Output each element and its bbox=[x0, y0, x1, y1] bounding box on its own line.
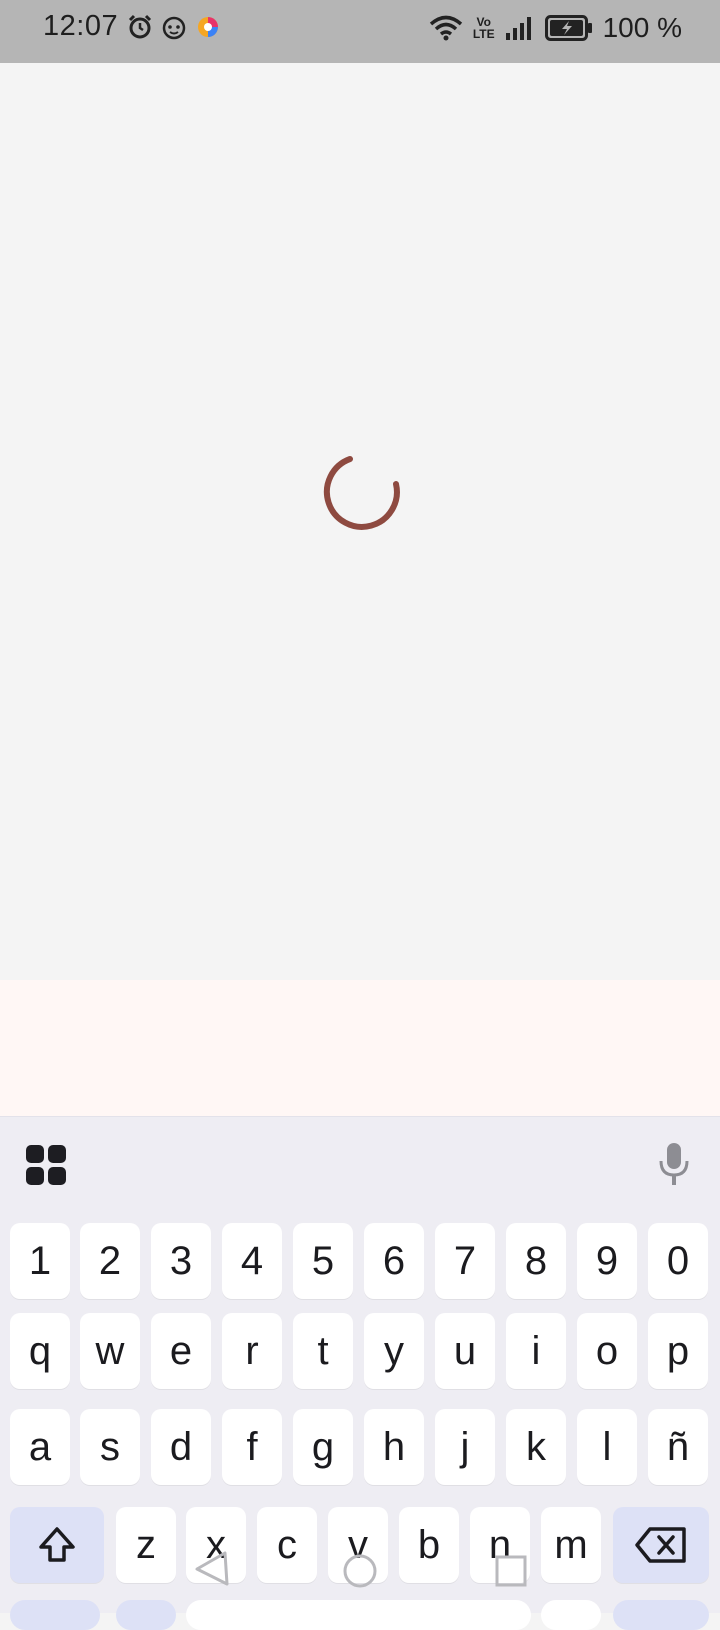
battery-charging-icon bbox=[544, 15, 592, 41]
key-4[interactable]: 4 bbox=[222, 1223, 282, 1299]
backspace-key[interactable] bbox=[613, 1507, 709, 1583]
key-l[interactable]: l bbox=[577, 1409, 637, 1485]
shift-key[interactable] bbox=[10, 1507, 104, 1583]
loading-spinner bbox=[323, 456, 400, 530]
system-icons: Vo LTE 100 % bbox=[429, 10, 682, 46]
key-b[interactable]: b bbox=[399, 1507, 459, 1583]
keyboard-row-z: z x c v b n m bbox=[0, 1507, 720, 1583]
key-x[interactable]: x bbox=[186, 1507, 246, 1583]
key-1[interactable]: 1 bbox=[10, 1223, 70, 1299]
backspace-icon bbox=[635, 1527, 686, 1563]
status-bar: 12:07 Vo LTE 100 % bbox=[0, 0, 720, 63]
key-t[interactable]: t bbox=[293, 1313, 353, 1389]
key-6[interactable]: 6 bbox=[364, 1223, 424, 1299]
key-9[interactable]: 9 bbox=[577, 1223, 637, 1299]
key-0[interactable]: 0 bbox=[648, 1223, 708, 1299]
key-r[interactable]: r bbox=[222, 1313, 282, 1389]
notification-icons bbox=[127, 13, 221, 41]
volte-icon: Vo LTE bbox=[473, 16, 495, 40]
key-5[interactable]: 5 bbox=[293, 1223, 353, 1299]
key-m[interactable]: m bbox=[541, 1507, 601, 1583]
key-d[interactable]: d bbox=[151, 1409, 211, 1485]
key-y[interactable]: y bbox=[364, 1313, 424, 1389]
space-bar[interactable] bbox=[186, 1600, 531, 1630]
key-7[interactable]: 7 bbox=[435, 1223, 495, 1299]
key-q[interactable]: q bbox=[10, 1313, 70, 1389]
alarm-icon bbox=[128, 14, 152, 39]
status-time: 12:07 bbox=[43, 10, 119, 42]
symbols-key[interactable] bbox=[10, 1600, 100, 1630]
enter-key[interactable] bbox=[613, 1600, 709, 1630]
key-u[interactable]: u bbox=[435, 1313, 495, 1389]
key-s[interactable]: s bbox=[80, 1409, 140, 1485]
key-n-tilde[interactable]: ñ bbox=[648, 1409, 708, 1485]
wifi-icon bbox=[429, 15, 462, 41]
emoji-key[interactable] bbox=[116, 1600, 176, 1630]
battery-percentage: 100 % bbox=[602, 12, 682, 43]
key-k[interactable]: k bbox=[506, 1409, 566, 1485]
key-2[interactable]: 2 bbox=[80, 1223, 140, 1299]
volte-label-bottom: LTE bbox=[472, 27, 495, 41]
key-z[interactable]: z bbox=[116, 1507, 176, 1583]
apps-grid-icon[interactable] bbox=[24, 1143, 68, 1187]
keyboard-row-a: a s d f g h j k l ñ bbox=[0, 1409, 720, 1485]
signal-icon bbox=[505, 17, 531, 40]
key-8[interactable]: 8 bbox=[506, 1223, 566, 1299]
shift-icon bbox=[39, 1527, 75, 1562]
key-v[interactable]: v bbox=[328, 1507, 388, 1583]
key-h[interactable]: h bbox=[364, 1409, 424, 1485]
key-a[interactable]: a bbox=[10, 1409, 70, 1485]
microphone-icon[interactable] bbox=[656, 1141, 692, 1187]
key-j[interactable]: j bbox=[435, 1409, 495, 1485]
key-n[interactable]: n bbox=[470, 1507, 530, 1583]
key-o[interactable]: o bbox=[577, 1313, 637, 1389]
key-g[interactable]: g bbox=[293, 1409, 353, 1485]
key-3[interactable]: 3 bbox=[151, 1223, 211, 1299]
color-ring-app-icon bbox=[198, 17, 218, 37]
key-p[interactable]: p bbox=[648, 1313, 708, 1389]
key-i[interactable]: i bbox=[506, 1313, 566, 1389]
soft-keyboard: 1 2 3 4 5 6 7 8 9 0 q w e r t y u i o p … bbox=[0, 1116, 720, 1613]
key-c[interactable]: c bbox=[257, 1507, 317, 1583]
cat-face-icon bbox=[162, 16, 186, 40]
key-f[interactable]: f bbox=[222, 1409, 282, 1485]
period-key[interactable] bbox=[541, 1600, 601, 1630]
input-panel bbox=[0, 980, 720, 1116]
key-e[interactable]: e bbox=[151, 1313, 211, 1389]
keyboard-number-row: 1 2 3 4 5 6 7 8 9 0 bbox=[0, 1223, 720, 1299]
keyboard-row-q: q w e r t y u i o p bbox=[0, 1313, 720, 1389]
key-w[interactable]: w bbox=[80, 1313, 140, 1389]
